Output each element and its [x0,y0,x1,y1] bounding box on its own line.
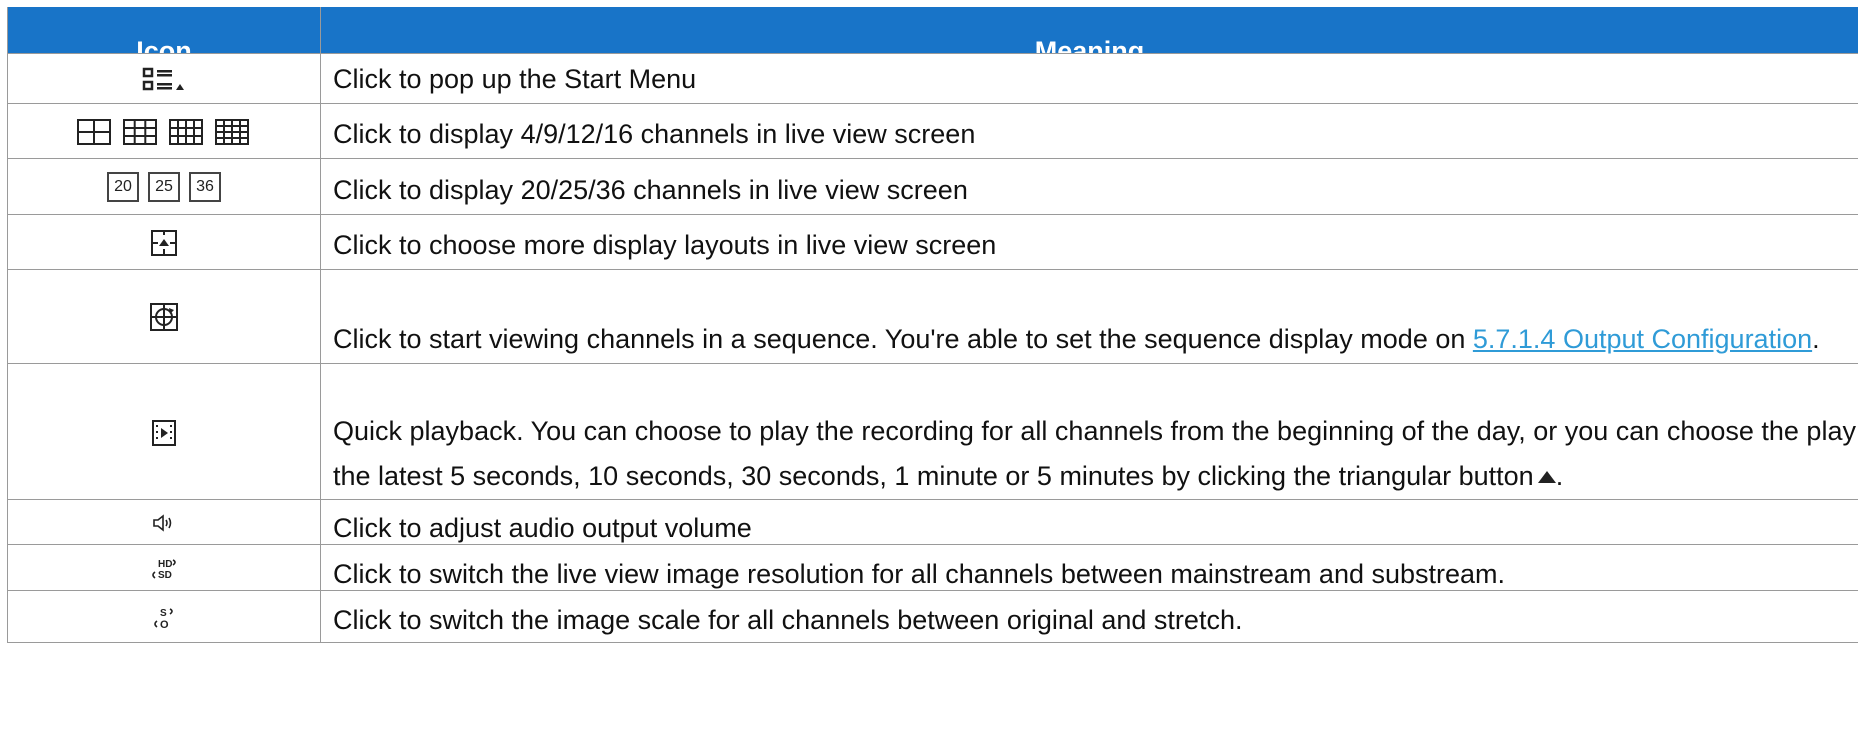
meaning-text: Click to start viewing channels in a seq… [333,324,1473,354]
row-icon-cell: S O [7,590,321,643]
table-row: Click to start viewing channels in a seq… [7,269,1858,364]
scale-switch-icon[interactable]: S O [149,605,179,631]
meaning-text: Click to pop up the Start Menu [333,64,697,94]
meaning-text-end: . [1555,461,1564,491]
icon-meaning-table: Icon Meaning Click to pop up the Start M… [7,7,1858,643]
svg-text:S: S [160,608,167,619]
row-icon-cell: HD SD [7,544,321,591]
svg-text:HD: HD [158,559,172,570]
meaning-text: Click to switch the live view image reso… [333,559,1506,589]
quick-playback-icon[interactable] [151,419,177,447]
table-row: 20 25 36 Click to display 20/25/36 chann… [7,158,1858,215]
row-meaning-cell: Click to display 4/9/12/16 channels in l… [320,103,1858,159]
channel-36-button[interactable]: 36 [189,172,221,203]
meaning-text: Quick playback. You can choose to play t… [333,416,1856,491]
row-icon-cell [7,269,321,364]
table-header-row: Icon Meaning [7,7,1858,54]
meaning-text: Click to display 20/25/36 channels in li… [333,175,968,205]
row-meaning-cell: Click to display 20/25/36 channels in li… [320,158,1858,215]
icon-meaning-page: Icon Meaning Click to pop up the Start M… [0,0,1858,751]
table-row: HD SD Click to switch the live view imag… [7,544,1858,591]
svg-text:O: O [160,619,169,631]
row-meaning-cell: Click to start viewing channels in a seq… [320,269,1858,364]
table-row: Click to choose more display layouts in … [7,214,1858,270]
row-icon-cell [7,53,321,104]
row-meaning-cell: Quick playback. You can choose to play t… [320,363,1858,500]
sequence-icon[interactable] [149,302,179,332]
row-icon-cell [7,214,321,270]
row-meaning-cell: Click to pop up the Start Menu [320,53,1858,104]
row-icon-cell [7,499,321,545]
row-meaning-cell: Click to choose more display layouts in … [320,214,1858,270]
table-row: Quick playback. You can choose to play t… [7,363,1858,500]
triangle-button-icon [1537,471,1556,483]
meaning-text: Click to display 4/9/12/16 channels in l… [333,119,976,149]
row-icon-cell [7,103,321,159]
output-configuration-link[interactable]: 5.7.1.4 Output Configuration [1473,324,1812,354]
channel-20-button[interactable]: 20 [107,172,139,203]
grid-layouts-icon[interactable] [76,118,252,146]
meaning-text: Click to adjust audio output volume [333,513,752,543]
audio-volume-icon[interactable] [152,513,176,533]
row-meaning-cell: Click to switch the image scale for all … [320,590,1858,643]
channel-25-button[interactable]: 25 [148,172,180,203]
table-row: Click to pop up the Start Menu [7,53,1858,104]
meaning-text: Click to choose more display layouts in … [333,230,997,260]
channel-count-icon[interactable]: 20 25 36 [107,172,221,203]
row-icon-cell: 20 25 36 [7,158,321,215]
more-layouts-icon[interactable] [150,229,178,257]
table-row: Click to adjust audio output volume [7,499,1858,545]
row-icon-cell [7,363,321,500]
meaning-text-end: . [1812,324,1820,354]
meaning-text: Click to switch the image scale for all … [333,605,1243,635]
start-menu-icon[interactable] [140,67,188,93]
table-row: Click to display 4/9/12/16 channels in l… [7,103,1858,159]
hd-sd-switch-icon[interactable]: HD SD [149,556,179,582]
svg-text:SD: SD [158,570,172,581]
table-row: S O Click to switch the image scale for … [7,590,1858,643]
row-meaning-cell: Click to switch the live view image reso… [320,544,1858,591]
header-icon: Icon [7,7,321,54]
row-meaning-cell: Click to adjust audio output volume [320,499,1858,545]
header-meaning: Meaning [320,7,1858,54]
